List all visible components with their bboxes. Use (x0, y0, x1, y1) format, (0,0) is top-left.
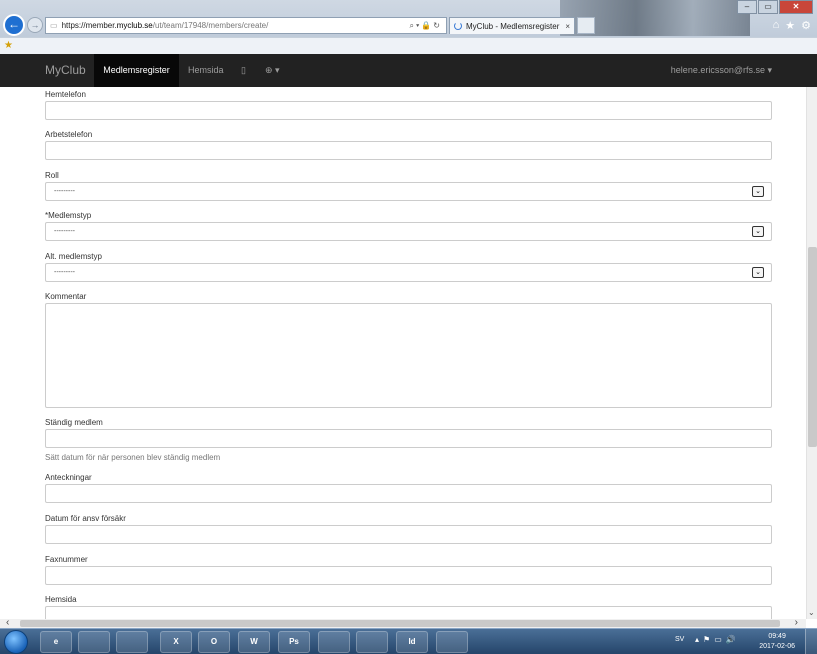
clock[interactable]: 09:49 2017-02-06 (759, 632, 795, 652)
hemtelefon-input[interactable] (45, 101, 772, 120)
add-favorite-icon[interactable]: ★ (4, 40, 13, 51)
mobile-icon[interactable]: ▯ (241, 54, 246, 87)
standig-medlem-input[interactable] (45, 429, 772, 448)
taskbar-media-icon[interactable] (116, 631, 148, 653)
clock-time: 09:49 (768, 633, 786, 640)
loading-icon (454, 22, 462, 30)
address-bar[interactable]: ▭ https://member. myclub.se/ut/team/17948… (45, 17, 447, 34)
url-prefix: https://member. (61, 21, 117, 30)
roll-label: Roll (45, 171, 59, 180)
kommentar-label: Kommentar (45, 292, 87, 301)
tab-title: MyClub - Medlemsregister (466, 21, 560, 31)
chevron-down-icon[interactable]: ⌄ (752, 267, 764, 278)
anteckningar-input[interactable] (45, 484, 772, 503)
show-desktop-button[interactable] (805, 629, 817, 654)
alt-medlemstyp-select[interactable]: --------- ⌄ (45, 263, 772, 282)
horizontal-scroll-thumb[interactable] (20, 620, 780, 627)
alt-medlemstyp-label: Alt. medlemstyp (45, 252, 102, 261)
taskbar-outlook-icon[interactable]: O (198, 631, 230, 653)
windows-taskbar: e X O W Ps Id SV ▴⚑▭🔊 09:49 2017-02-06 (0, 628, 817, 654)
tray-icons[interactable]: ▴⚑▭🔊 (695, 635, 740, 644)
roll-select[interactable]: --------- ⌄ (45, 182, 772, 201)
start-button[interactable] (4, 630, 28, 654)
anteckningar-label: Anteckningar (45, 473, 92, 482)
hemtelefon-label: Hemtelefon (45, 90, 86, 99)
browser-tab[interactable]: MyClub - Medlemsregister × (449, 17, 575, 34)
taskbar-word-icon[interactable]: W (238, 631, 270, 653)
settings-gear-icon[interactable]: ⚙ (801, 19, 811, 32)
hemsida-input[interactable] (45, 606, 772, 619)
chevron-down-icon[interactable]: ⌄ (752, 186, 764, 197)
window-controls: – ▭ ✕ (736, 0, 813, 14)
datum-ansv-input[interactable] (45, 525, 772, 544)
taskbar-chrome-icon[interactable] (318, 631, 350, 653)
browser-toolbar-icons: ⌂ ★ ⚙ (773, 19, 811, 32)
standig-medlem-label: Ständig medlem (45, 418, 103, 427)
vertical-scroll-thumb[interactable] (808, 247, 817, 447)
datum-ansv-label: Datum för ansv försäkr (45, 514, 126, 523)
medlemstyp-value: --------- (54, 228, 75, 235)
standig-medlem-help: Sätt datum för när personen blev ständig… (45, 453, 221, 462)
taskbar-indesign-icon[interactable]: Id (396, 631, 428, 653)
address-tools-icons[interactable]: ⌕▾🔒↻ (409, 21, 442, 31)
new-tab-button[interactable] (577, 17, 595, 34)
faxnummer-input[interactable] (45, 566, 772, 585)
vertical-scrollbar[interactable]: ⌄ (806, 87, 817, 619)
chevron-down-icon[interactable]: ⌄ (752, 226, 764, 237)
maximize-button[interactable]: ▭ (758, 0, 778, 14)
brand-logo[interactable]: MyClub (45, 63, 86, 77)
nav-hemsida[interactable]: Hemsida (188, 54, 224, 87)
kommentar-textarea[interactable] (45, 303, 772, 408)
nav-medlemsregister[interactable]: Medlemsregister (94, 54, 179, 87)
forward-button[interactable]: → (27, 17, 43, 33)
system-tray: SV ▴⚑▭🔊 09:49 2017-02-06 (669, 629, 817, 654)
hemsida-label: Hemsida (45, 595, 77, 604)
page-icon: ▭ (50, 21, 58, 30)
language-indicator[interactable]: SV (675, 636, 684, 643)
close-window-button[interactable]: ✕ (779, 0, 813, 14)
favorites-bar: ★ (0, 37, 817, 54)
favorites-star-icon[interactable]: ★ (785, 19, 795, 32)
taskbar-notes-icon[interactable] (436, 631, 468, 653)
medlemstyp-select[interactable]: --------- ⌄ (45, 222, 772, 241)
app-navbar: MyClub Medlemsregister Hemsida ▯ ⊕ ▾ hel… (0, 54, 817, 87)
user-menu[interactable]: helene.ericsson@rfs.se ▾ (671, 54, 772, 87)
taskbar-file-icon[interactable] (356, 631, 388, 653)
scroll-right-icon[interactable]: › (795, 617, 798, 628)
back-button[interactable]: ← (3, 14, 25, 36)
alt-medlemstyp-value: --------- (54, 269, 75, 276)
arbetstelefon-input[interactable] (45, 141, 772, 160)
browser-chrome: ← → ▭ https://member. myclub.se/ut/team/1… (0, 0, 817, 54)
taskbar-ie-icon[interactable]: e (40, 631, 72, 653)
scroll-left-icon[interactable]: ‹ (6, 617, 9, 628)
close-tab-icon[interactable]: × (565, 22, 570, 31)
member-form: Hemtelefon Arbetstelefon Roll --------- … (0, 87, 806, 619)
taskbar-explorer-icon[interactable] (78, 631, 110, 653)
home-icon[interactable]: ⌂ (773, 19, 780, 32)
scroll-down-icon[interactable]: ⌄ (808, 608, 815, 617)
roll-value: --------- (54, 188, 75, 195)
globe-dropdown-icon[interactable]: ⊕ ▾ (265, 54, 280, 87)
arbetstelefon-label: Arbetstelefon (45, 130, 93, 139)
minimize-button[interactable]: – (737, 0, 757, 14)
medlemstyp-label: *Medlemstyp (45, 211, 92, 220)
taskbar-photoshop-icon[interactable]: Ps (278, 631, 310, 653)
faxnummer-label: Faxnummer (45, 555, 88, 564)
clock-date: 2017-02-06 (759, 643, 795, 650)
url-path: /ut/team/17948/members/create/ (152, 21, 269, 30)
taskbar-excel-icon[interactable]: X (160, 631, 192, 653)
url-host: myclub.se (116, 21, 153, 30)
horizontal-scrollbar[interactable]: ‹ › (0, 617, 806, 628)
